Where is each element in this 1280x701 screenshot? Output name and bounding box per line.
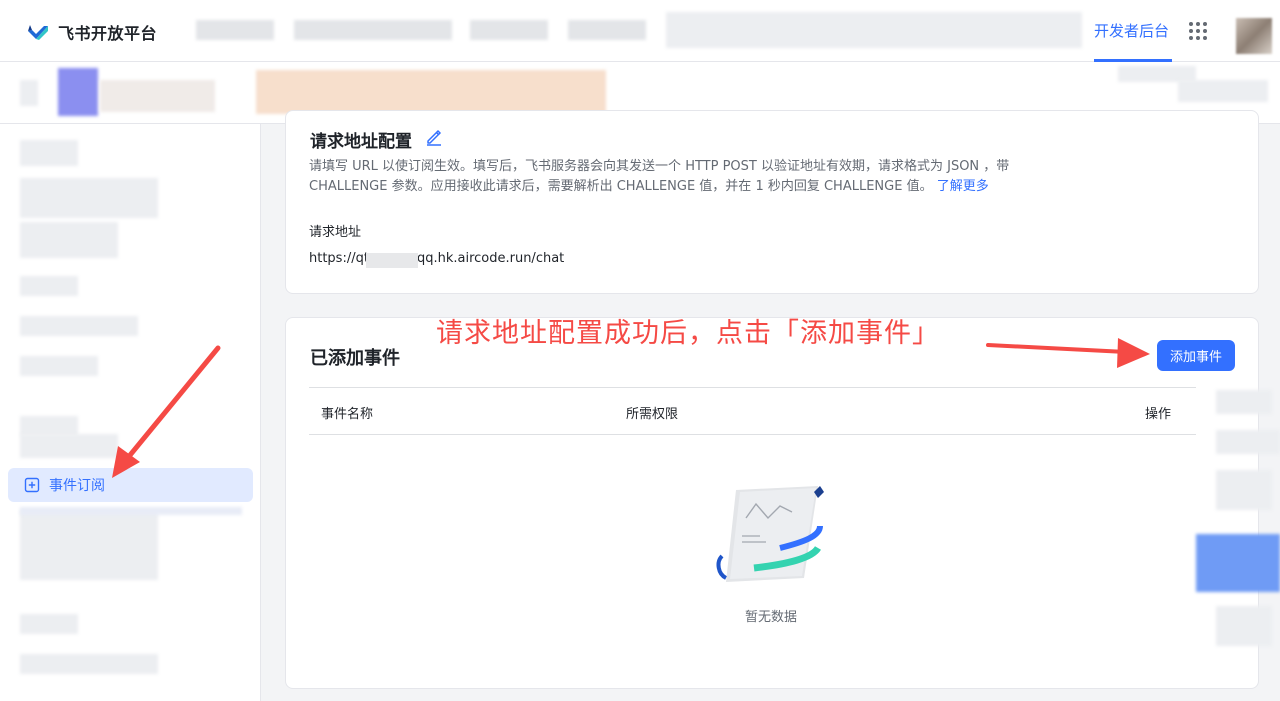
- app-status-blurred: [256, 70, 606, 114]
- right-panel-blurred: [1196, 370, 1280, 670]
- right-blur-block: [1196, 534, 1280, 592]
- back-button-blurred[interactable]: [20, 80, 38, 106]
- nav-item-blurred[interactable]: [568, 20, 646, 40]
- address-redaction: [366, 253, 418, 268]
- brand-logo[interactable]: 飞书开放平台: [26, 20, 157, 44]
- nav-item-blurred[interactable]: [470, 20, 548, 40]
- sidebar-item-blurred[interactable]: [20, 614, 78, 634]
- address-suffix: qq.hk.aircode.run/chat: [416, 251, 565, 266]
- add-box-icon: [24, 477, 40, 493]
- sidebar-item-blurred[interactable]: [20, 316, 138, 336]
- address-label: 请求地址: [309, 225, 362, 240]
- learn-more-link[interactable]: 了解更多: [937, 179, 989, 194]
- nav-item-blurred[interactable]: [294, 20, 452, 40]
- nav-item-blurred[interactable]: [196, 20, 274, 40]
- right-blur-block: [1216, 470, 1272, 510]
- column-actions: 操作: [1145, 407, 1172, 422]
- right-blur-block: [1216, 390, 1272, 414]
- url-config-title: 请求地址配置: [310, 132, 412, 152]
- sidebar-item-blurred[interactable]: [20, 178, 158, 218]
- description-text: CHALLENGE 参数。应用接收此请求后，需要解析出 CHALLENGE 值，…: [309, 179, 933, 194]
- empty-state-illustration: [716, 486, 824, 582]
- description-line-2: CHALLENGE 参数。应用接收此请求后，需要解析出 CHALLENGE 值，…: [309, 177, 1069, 197]
- sidebar-item-blurred[interactable]: [20, 276, 78, 296]
- events-table-header: 事件名称 所需权限 操作: [309, 387, 1196, 435]
- top-navbar: 飞书开放平台 开发者后台: [0, 0, 1280, 62]
- added-events-title: 已添加事件: [310, 348, 400, 369]
- sidebar-item-blurred[interactable]: [20, 654, 158, 674]
- annotation-text: 请求地址配置成功后，点击「添加事件」: [436, 318, 940, 349]
- sidebar-item-blurred[interactable]: [20, 434, 118, 458]
- sidebar-item-blurred[interactable]: [20, 416, 78, 436]
- column-required-permission: 所需权限: [626, 407, 679, 422]
- sidebar-item-blurred[interactable]: [20, 140, 78, 166]
- left-sidebar: [0, 124, 261, 701]
- app-action-blurred[interactable]: [1178, 80, 1268, 102]
- brand-name: 飞书开放平台: [58, 24, 158, 43]
- add-event-button[interactable]: 添加事件: [1157, 340, 1235, 371]
- user-avatar[interactable]: [1236, 18, 1272, 54]
- address-prefix: https://qt: [309, 251, 369, 266]
- description-line-1: 请填写 URL 以使订阅生效。填写后，飞书服务器会向其发送一个 HTTP POS…: [309, 159, 1010, 174]
- search-box-blurred[interactable]: [666, 12, 1082, 48]
- column-event-name: 事件名称: [321, 407, 374, 422]
- sidebar-item-blurred[interactable]: [20, 222, 118, 258]
- address-value: https://qt qq.hk.aircode.run/chat: [309, 251, 564, 266]
- empty-state-text: 暂无数据: [745, 610, 798, 625]
- right-blur-block: [1216, 430, 1280, 454]
- sidebar-item-event-subscription[interactable]: 事件订阅: [8, 468, 253, 502]
- sidebar-item-label: 事件订阅: [49, 478, 105, 494]
- developer-console-link[interactable]: 开发者后台: [1094, 20, 1169, 41]
- apps-grid-icon[interactable]: [1189, 22, 1207, 40]
- edit-pencil-icon[interactable]: [425, 128, 443, 146]
- app-name-blurred: [100, 80, 215, 112]
- sidebar-divider-blurred: [20, 507, 242, 515]
- app-icon-blurred: [58, 68, 98, 116]
- sidebar-item-blurred[interactable]: [20, 356, 98, 376]
- right-blur-block: [1216, 606, 1272, 646]
- sidebar-item-blurred[interactable]: [20, 510, 158, 580]
- url-config-description: 请填写 URL 以使订阅生效。填写后，飞书服务器会向其发送一个 HTTP POS…: [309, 157, 1069, 197]
- feishu-logo-icon: [28, 25, 48, 40]
